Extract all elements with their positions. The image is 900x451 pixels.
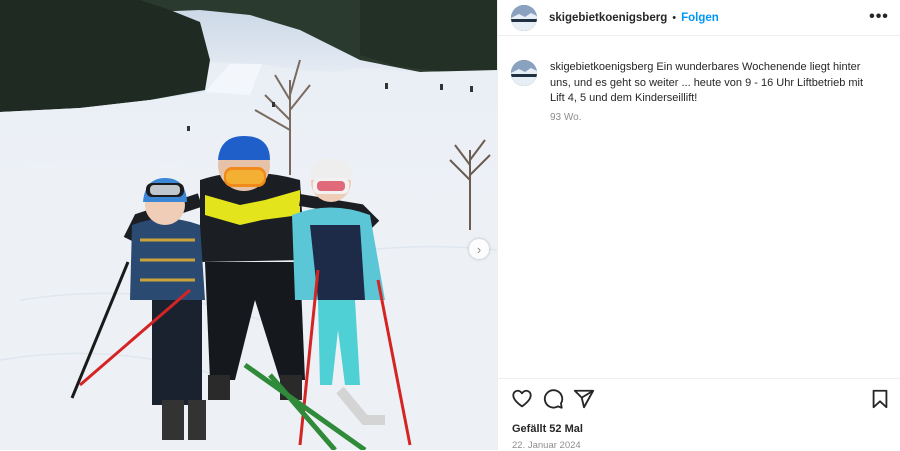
more-horizontal-icon[interactable]: ••• <box>869 8 889 26</box>
likes-count[interactable]: Gefällt 52 Mal <box>512 423 583 435</box>
caption-time[interactable]: 93 Wo. <box>550 112 880 123</box>
caption-text-block: skigebietkoenigsberg Ein wunderbares Woc… <box>550 60 880 107</box>
caption-body: skigebietkoenigsberg Ein wunderbares Woc… <box>550 60 880 123</box>
bookmark-icon[interactable] <box>869 388 891 410</box>
avatar-image-icon <box>511 4 537 31</box>
post-photo[interactable]: › <box>0 0 497 450</box>
header-separator: • <box>672 11 677 24</box>
caption-block: skigebietkoenigsberg Ein wunderbares Woc… <box>511 60 891 123</box>
heart-icon[interactable] <box>511 388 533 410</box>
post-date[interactable]: 22. Januar 2024 <box>512 440 581 451</box>
chevron-right-glyph: › <box>476 241 482 257</box>
carousel-next-icon[interactable]: › <box>469 239 489 259</box>
header-divider <box>498 35 900 36</box>
post-side-panel: skigebietkoenigsberg • Folgen ••• skigeb… <box>497 0 900 451</box>
ski-family-photo <box>0 0 497 450</box>
header-username[interactable]: skigebietkoenigsberg <box>549 12 667 24</box>
avatar-image-icon <box>511 60 537 86</box>
caption-avatar[interactable] <box>511 60 537 86</box>
caption-username[interactable]: skigebietkoenigsberg <box>550 61 653 73</box>
actions-divider <box>498 378 900 379</box>
avatar[interactable] <box>511 4 537 31</box>
follow-button[interactable]: Folgen <box>681 12 719 24</box>
share-icon[interactable] <box>573 388 595 410</box>
action-bar <box>511 388 891 410</box>
comment-icon[interactable] <box>542 388 564 410</box>
post-header: skigebietkoenigsberg • Folgen ••• <box>498 0 900 35</box>
